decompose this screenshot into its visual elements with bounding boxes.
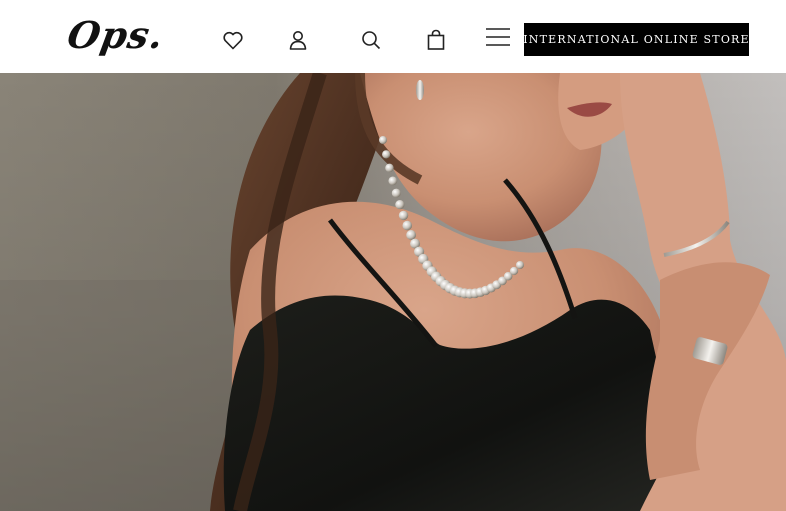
necklace-pearl: [398, 210, 409, 221]
necklace-pearl: [406, 230, 417, 240]
hamburger-menu-icon[interactable]: [484, 25, 512, 49]
necklace-pearl: [395, 199, 405, 210]
necklace-pearl: [402, 220, 413, 231]
necklace-pearl: [516, 261, 524, 269]
necklace-pearl: [391, 188, 401, 198]
international-store-button[interactable]: INTERNATIONAL ONLINE STORE: [523, 23, 749, 56]
site-header: Ops. INTERNATIONAL ONLINE STORE: [0, 0, 786, 73]
necklace-pearl: [509, 266, 519, 276]
shopping-bag-icon[interactable]: [424, 28, 448, 52]
search-icon[interactable]: [359, 28, 383, 52]
necklace-pearl: [388, 176, 398, 186]
hero-image: [0, 73, 786, 511]
necklace-pearl: [385, 163, 394, 173]
logo[interactable]: Ops.: [64, 10, 168, 60]
necklace-pearl: [379, 136, 387, 144]
heart-icon[interactable]: [221, 28, 245, 52]
user-icon[interactable]: [286, 28, 310, 52]
necklace-pearl: [382, 150, 391, 159]
